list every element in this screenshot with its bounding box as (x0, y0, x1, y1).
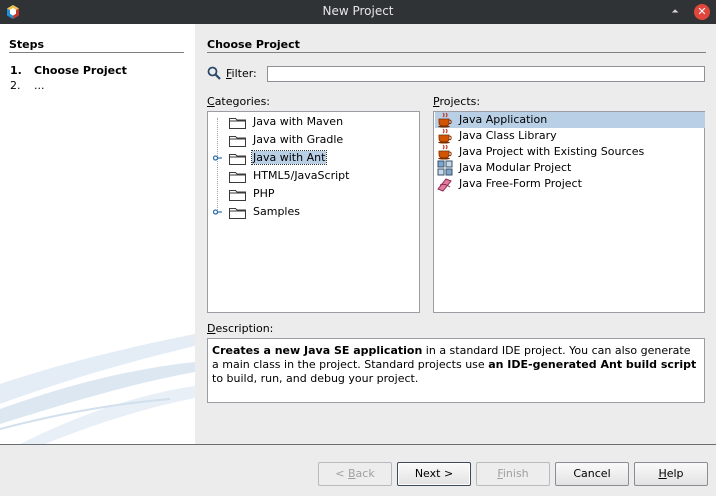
steps-title: Steps (9, 38, 45, 51)
category-samples[interactable]: Samples (208, 203, 419, 221)
finish-button[interactable]: Finish (476, 462, 550, 486)
category-php[interactable]: PHP (208, 185, 419, 203)
step-choose-project: 1. Choose Project (10, 64, 127, 77)
category-label: PHP (253, 187, 275, 200)
folder-icon (229, 172, 246, 183)
category-label: Samples (253, 205, 300, 218)
back-button[interactable]: < Back (318, 462, 392, 486)
modules-icon (437, 160, 453, 176)
close-button[interactable]: ✕ (694, 4, 710, 20)
categories-label: Categories: (207, 95, 271, 108)
divider (9, 52, 184, 53)
window-title: New Project (322, 4, 394, 18)
cancel-button[interactable]: Cancel (555, 462, 629, 486)
button-bar: < Back Next > Finish Cancel Help (0, 445, 716, 496)
divider (207, 52, 706, 53)
filter-label: Filter: (226, 67, 257, 80)
category-java-with-gradle[interactable]: Java with Gradle (208, 131, 419, 149)
project-java-existing-sources[interactable]: Java Project with Existing Sources (435, 144, 705, 160)
coffee-cup-icon (438, 144, 452, 160)
freeform-icon (437, 178, 452, 192)
category-java-with-ant[interactable]: Java with Ant (208, 149, 419, 167)
coffee-cup-icon (438, 112, 452, 128)
folder-icon (229, 208, 246, 219)
project-java-application[interactable]: Java Application (435, 112, 705, 128)
minimize-button[interactable]: ⏶ (668, 5, 682, 19)
category-label: Java with Maven (253, 115, 344, 128)
project-java-modular[interactable]: Java Modular Project (435, 160, 705, 176)
step-number: 2. (10, 79, 21, 92)
categories-tree[interactable]: Java with Maven Java with Gradle Java wi… (207, 111, 420, 313)
step-number: 1. (10, 64, 22, 77)
projects-label: Projects: (433, 95, 481, 108)
decorative-swoosh-image (0, 334, 195, 444)
expand-handle-icon[interactable] (213, 154, 222, 162)
filter-input[interactable] (267, 66, 705, 82)
category-label: Java with Gradle (253, 133, 344, 146)
folder-icon (229, 190, 246, 201)
help-button[interactable]: Help (634, 462, 708, 486)
projects-list[interactable]: Java Application Java Class Library Java… (433, 111, 705, 313)
project-label: Java Class Library (459, 129, 557, 142)
search-icon (207, 66, 221, 80)
folder-icon (229, 154, 246, 165)
step-label: ... (34, 79, 45, 92)
description-text: Creates a new Java SE application in a s… (207, 338, 705, 403)
project-label: Java Free-Form Project (459, 177, 582, 190)
description-label: Description: (207, 322, 274, 335)
expand-handle-icon[interactable] (213, 208, 222, 216)
project-java-class-library[interactable]: Java Class Library (435, 128, 705, 144)
step-label: Choose Project (34, 64, 127, 77)
category-label: Java with Ant (250, 150, 328, 165)
page-title: Choose Project (207, 38, 300, 51)
main-content: Choose Project Filter: Categories: Proje… (195, 24, 716, 444)
project-label: Java Application (459, 113, 548, 126)
category-java-with-maven[interactable]: Java with Maven (208, 113, 419, 131)
project-label: Java Project with Existing Sources (459, 145, 645, 158)
coffee-cup-icon (438, 128, 452, 144)
folder-icon (229, 118, 246, 129)
project-label: Java Modular Project (459, 161, 572, 174)
category-label: HTML5/JavaScript (253, 169, 350, 182)
project-java-free-form[interactable]: Java Free-Form Project (435, 176, 705, 192)
steps-panel: Steps 1. Choose Project 2.... (0, 24, 195, 444)
next-button[interactable]: Next > (397, 462, 471, 486)
title-bar: New Project ⏶ ✕ (0, 0, 716, 24)
step-next: 2.... (10, 79, 45, 92)
category-html5-javascript[interactable]: HTML5/JavaScript (208, 167, 419, 185)
folder-icon (229, 136, 246, 147)
